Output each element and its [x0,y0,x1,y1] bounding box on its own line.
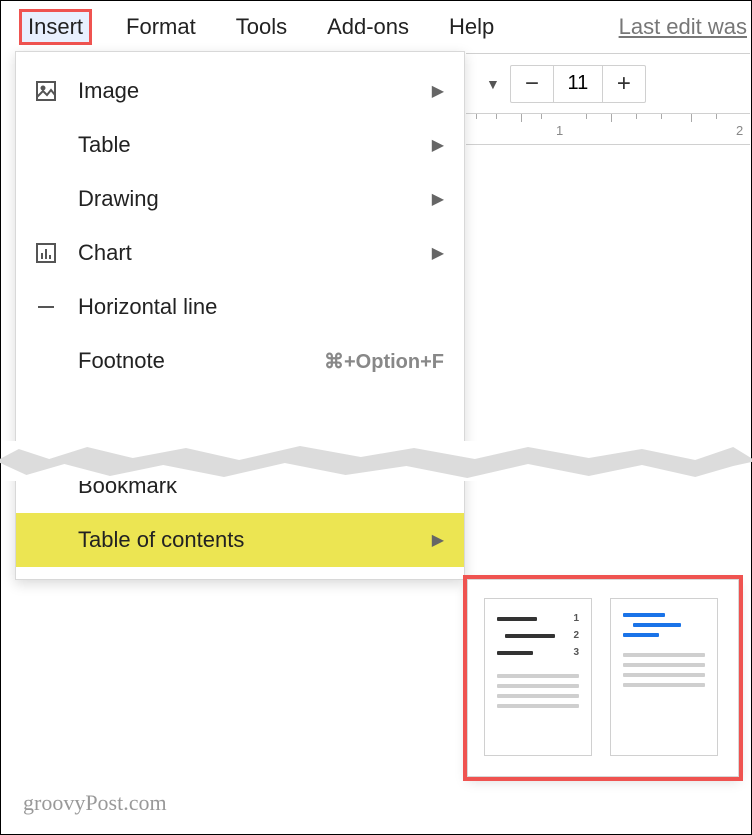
watermark-text: groovyPost.com [23,790,167,816]
toc-option-page-numbers[interactable]: 1 2 3 [484,598,592,756]
chevron-right-icon: ▶ [432,530,444,550]
menu-help[interactable]: Help [443,10,500,44]
menu-shortcut: ⌘+Option+F [324,349,444,374]
menu-insert[interactable]: Insert [19,9,92,45]
menu-item-table[interactable]: Table ▶ [16,118,464,172]
menu-format[interactable]: Format [120,10,202,44]
menu-item-label: Image [78,78,432,104]
toolbar-fragment: ▼ − 11 + [466,53,750,113]
font-size-decrease-button[interactable]: − [511,66,553,102]
menu-item-label: Horizontal line [78,294,444,320]
menu-item-image[interactable]: Image ▶ [16,64,464,118]
menu-item-footnote[interactable]: Footnote ⌘+Option+F [16,334,464,388]
menu-item-table-of-contents[interactable]: Table of contents ▶ [16,513,464,567]
menu-item-label: Table of contents [78,527,432,553]
menu-item-label: Chart [78,240,432,266]
menu-item-horizontal-line[interactable]: Horizontal line [16,280,464,334]
menu-tools[interactable]: Tools [230,10,293,44]
toc-submenu: 1 2 3 [467,579,739,777]
chevron-right-icon: ▶ [432,81,444,101]
chevron-right-icon: ▶ [432,243,444,263]
last-edit-link[interactable]: Last edit was [619,14,747,40]
image-icon [34,79,78,103]
ruler: 1 2 [466,113,750,145]
menu-addons[interactable]: Add-ons [321,10,415,44]
chevron-right-icon: ▶ [432,135,444,155]
chart-icon [34,241,78,265]
horizontal-line-icon [34,295,78,319]
chevron-right-icon: ▶ [432,189,444,209]
menu-item-chart[interactable]: Chart ▶ [16,226,464,280]
font-size-value[interactable]: 11 [553,66,603,102]
font-size-increase-button[interactable]: + [603,66,645,102]
font-size-control: − 11 + [510,65,646,103]
menu-item-label: Drawing [78,186,432,212]
ruler-mark-2: 2 [736,123,743,138]
menu-item-label: Footnote [78,348,324,374]
menu-item-drawing[interactable]: Drawing ▶ [16,172,464,226]
menubar: Insert Format Tools Add-ons Help Last ed… [1,1,751,53]
insert-dropdown-menu: Image ▶ Table ▶ Drawing ▶ Chart ▶ Horizo… [15,51,465,580]
toolbar-dropdown-arrow-icon[interactable]: ▼ [486,76,500,92]
ruler-mark-1: 1 [556,123,563,138]
torn-edge-graphic [1,441,751,481]
menu-item-label: Table [78,132,432,158]
toc-option-blue-links[interactable] [610,598,718,756]
